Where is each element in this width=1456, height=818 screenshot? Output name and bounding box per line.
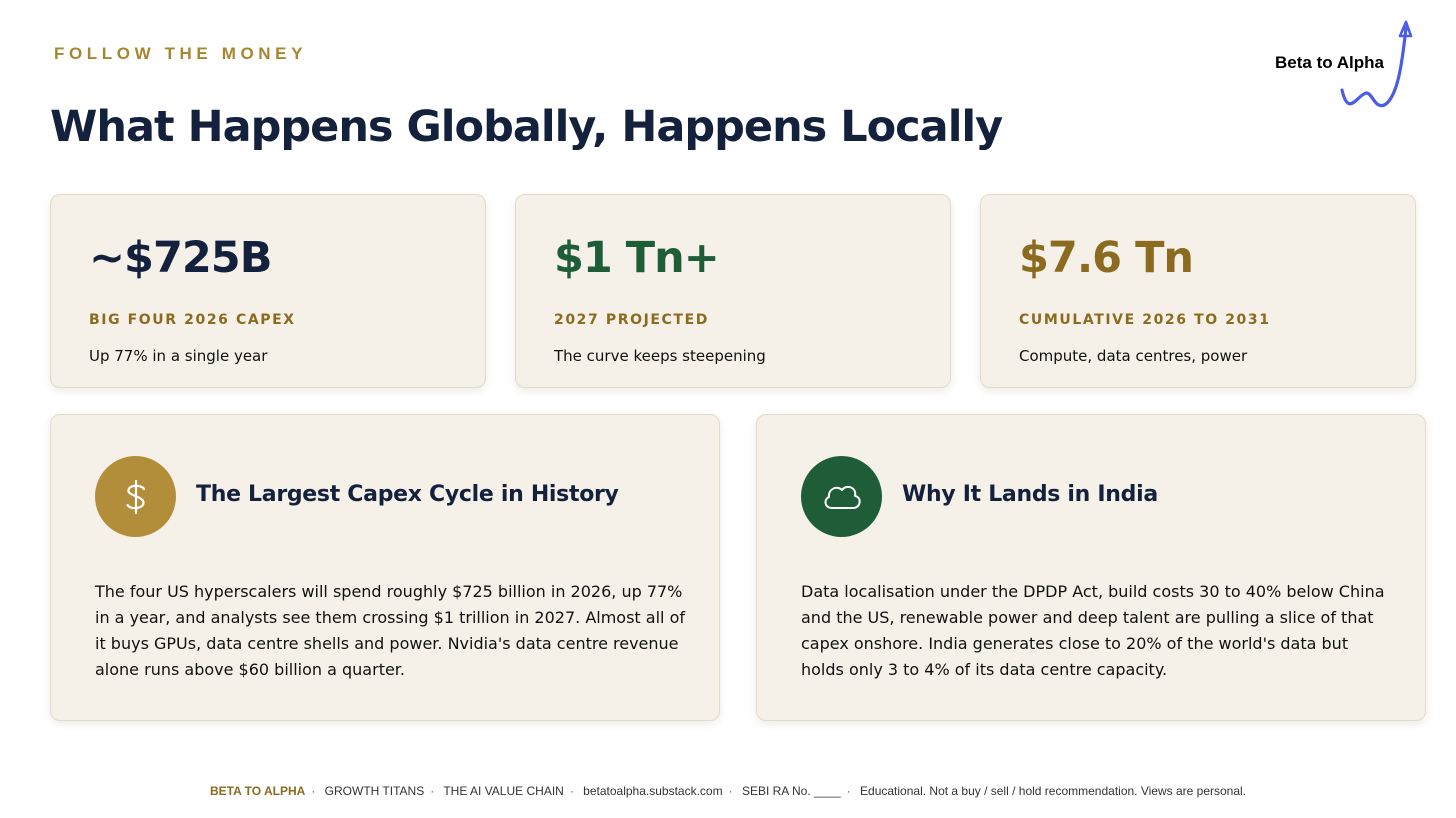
detail-heading: The Largest Capex Cycle in History	[196, 482, 619, 507]
detail-heading: Why It Lands in India	[902, 482, 1158, 507]
stat-value: ~$725B	[89, 233, 272, 283]
stat-card-cumulative: $7.6 Tn CUMULATIVE 2026 TO 2031 Compute,…	[980, 194, 1416, 388]
footer-sebi: SEBI RA No. ____	[741, 784, 841, 798]
eyebrow: FOLLOW THE MONEY	[54, 44, 308, 63]
footer-topic: THE AI VALUE CHAIN	[443, 784, 564, 798]
stat-label: BIG FOUR 2026 CAPEX	[89, 312, 296, 328]
brand-logo: Beta to Alpha	[1268, 16, 1418, 116]
detail-body: The four US hyperscalers will spend roug…	[95, 582, 685, 679]
detail-card-india: Why It Lands in India Data localisation …	[756, 414, 1426, 721]
detail-body: Data localisation under the DPDP Act, bu…	[801, 582, 1385, 679]
footer-disclaimer: Educational. Not a buy / sell / hold rec…	[860, 784, 1247, 798]
stat-value: $7.6 Tn	[1019, 233, 1194, 283]
cloud-icon	[801, 456, 882, 537]
stat-label: 2027 PROJECTED	[554, 312, 709, 328]
stat-card-2027-projected: $1 Tn+ 2027 PROJECTED The curve keeps st…	[515, 194, 951, 388]
detail-card-capex-cycle: The Largest Capex Cycle in History The f…	[50, 414, 720, 721]
logo-text: Beta to Alpha	[1275, 53, 1384, 72]
stat-description: Compute, data centres, power	[1019, 347, 1248, 365]
footer-link[interactable]: betatoalpha.substack.com	[583, 784, 722, 798]
dollar-icon	[95, 456, 176, 537]
stat-description: Up 77% in a single year	[89, 347, 268, 365]
footer-series: GROWTH TITANS	[324, 784, 425, 798]
stat-value: $1 Tn+	[554, 233, 720, 283]
stat-label: CUMULATIVE 2026 TO 2031	[1019, 312, 1271, 328]
footer-brand: BETA TO ALPHA	[209, 784, 306, 798]
stat-description: The curve keeps steepening	[554, 347, 766, 365]
footer: BETA TO ALPHA · GROWTH TITANS · THE AI VAL…	[209, 784, 1247, 798]
slide: FOLLOW THE MONEY What Happens Globally, …	[0, 0, 1456, 818]
page-title: What Happens Globally, Happens Locally	[50, 102, 1003, 152]
stat-card-capex-2026: ~$725B BIG FOUR 2026 CAPEX Up 77% in a s…	[50, 194, 486, 388]
